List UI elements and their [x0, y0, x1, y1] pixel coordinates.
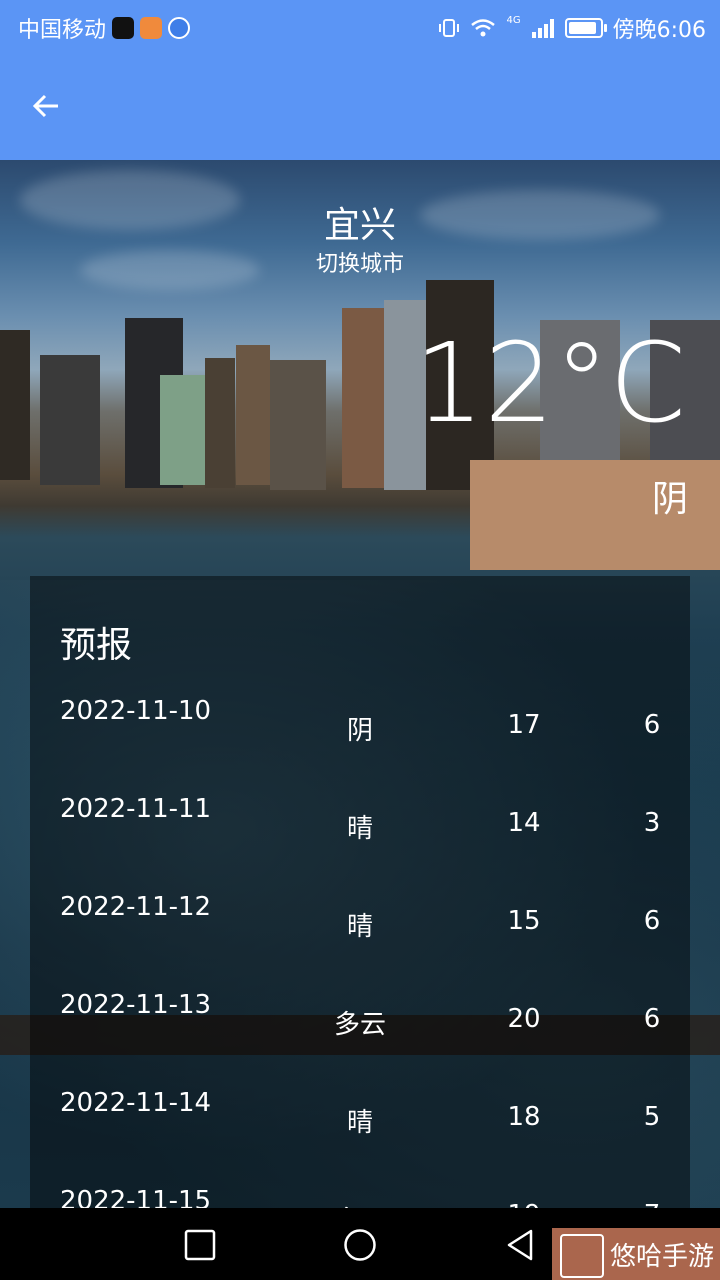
video-icon: [140, 17, 163, 39]
watermark-text: 悠哈手游: [609, 1241, 714, 1272]
watermark-logo: 悠哈手游: [552, 1228, 720, 1280]
forecast-max-temp: 15: [507, 906, 541, 936]
network-type: 4G: [506, 14, 521, 26]
forecast-weather: 阴: [346, 716, 374, 746]
forecast-weather: 晴: [346, 912, 374, 942]
app-bar: [0, 52, 720, 160]
forecast-min-temp: 6: [643, 906, 661, 936]
carrier-label: 中国移动: [18, 18, 107, 43]
forecast-row: 2022-11-14 晴 18 5: [30, 1074, 690, 1138]
wifi-icon: [471, 19, 496, 37]
forecast-date: 2022-11-15: [60, 1186, 212, 1208]
forecast-row: 2022-11-10 阴 17 6: [30, 682, 690, 746]
forecast-row: 2022-11-13 多云 20 6: [30, 976, 690, 1040]
browser-icon: [168, 17, 191, 39]
forecast-max-temp: 19: [507, 1200, 540, 1208]
forecast-weather: 晴: [346, 814, 374, 844]
recents-square-icon[interactable]: [183, 1228, 217, 1262]
vibrate-icon: [439, 19, 460, 37]
switch-city-link[interactable]: 切换城市: [0, 246, 720, 278]
forecast-date: 2022-11-14: [60, 1088, 212, 1118]
back-button[interactable]: [22, 82, 70, 130]
back-triangle-icon[interactable]: [503, 1228, 537, 1262]
current-temperature: 12°C: [414, 319, 686, 447]
forecast-max-temp: 18: [507, 1102, 541, 1132]
status-bar: 中国移动 4G 傍晚6:06: [0, 0, 720, 52]
forecast-row: 2022-11-15 多云 19 7: [30, 1172, 690, 1208]
current-condition: 阴: [651, 479, 688, 520]
tiktok-icon: [112, 17, 135, 39]
forecast-max-temp: 17: [507, 710, 541, 740]
status-left: 中国移动: [18, 12, 191, 44]
signal-icon: [531, 19, 554, 38]
forecast-weather: 多云: [333, 1010, 387, 1040]
battery-icon: [564, 18, 607, 38]
forecast-min-temp: 3: [643, 808, 661, 838]
forecast-title: 预报: [60, 625, 133, 666]
forecast-min-temp: 5: [643, 1102, 661, 1132]
forecast-max-temp: 14: [507, 808, 541, 838]
clock: 傍晚6:06: [612, 18, 706, 43]
home-circle-icon[interactable]: [343, 1228, 377, 1262]
forecast-row: 2022-11-11 晴 14 3: [30, 780, 690, 844]
forecast-date: 2022-11-11: [60, 794, 212, 824]
forecast-date: 2022-11-12: [60, 892, 212, 922]
status-right: 4G 傍晚6:06: [438, 12, 706, 44]
forecast-min-temp: 6: [643, 1004, 661, 1034]
forecast-date: 2022-11-10: [60, 696, 212, 726]
arrow-left-icon: [32, 94, 58, 118]
forecast-row: 2022-11-12 晴 15 6: [30, 878, 690, 942]
forecast-date: 2022-11-13: [60, 990, 212, 1020]
forecast-weather: 多云: [334, 1200, 386, 1208]
watermark-icon: [560, 1234, 604, 1278]
forecast-max-temp: 20: [507, 1004, 541, 1034]
forecast-min-temp: 7: [644, 1200, 661, 1208]
forecast-min-temp: 6: [643, 710, 661, 740]
forecast-weather: 晴: [346, 1108, 374, 1138]
city-name: 宜兴: [323, 205, 396, 246]
forecast-panel[interactable]: 预报 2022-11-10 阴 17 6 2022-11-11 晴 14 3 2…: [30, 576, 690, 1208]
